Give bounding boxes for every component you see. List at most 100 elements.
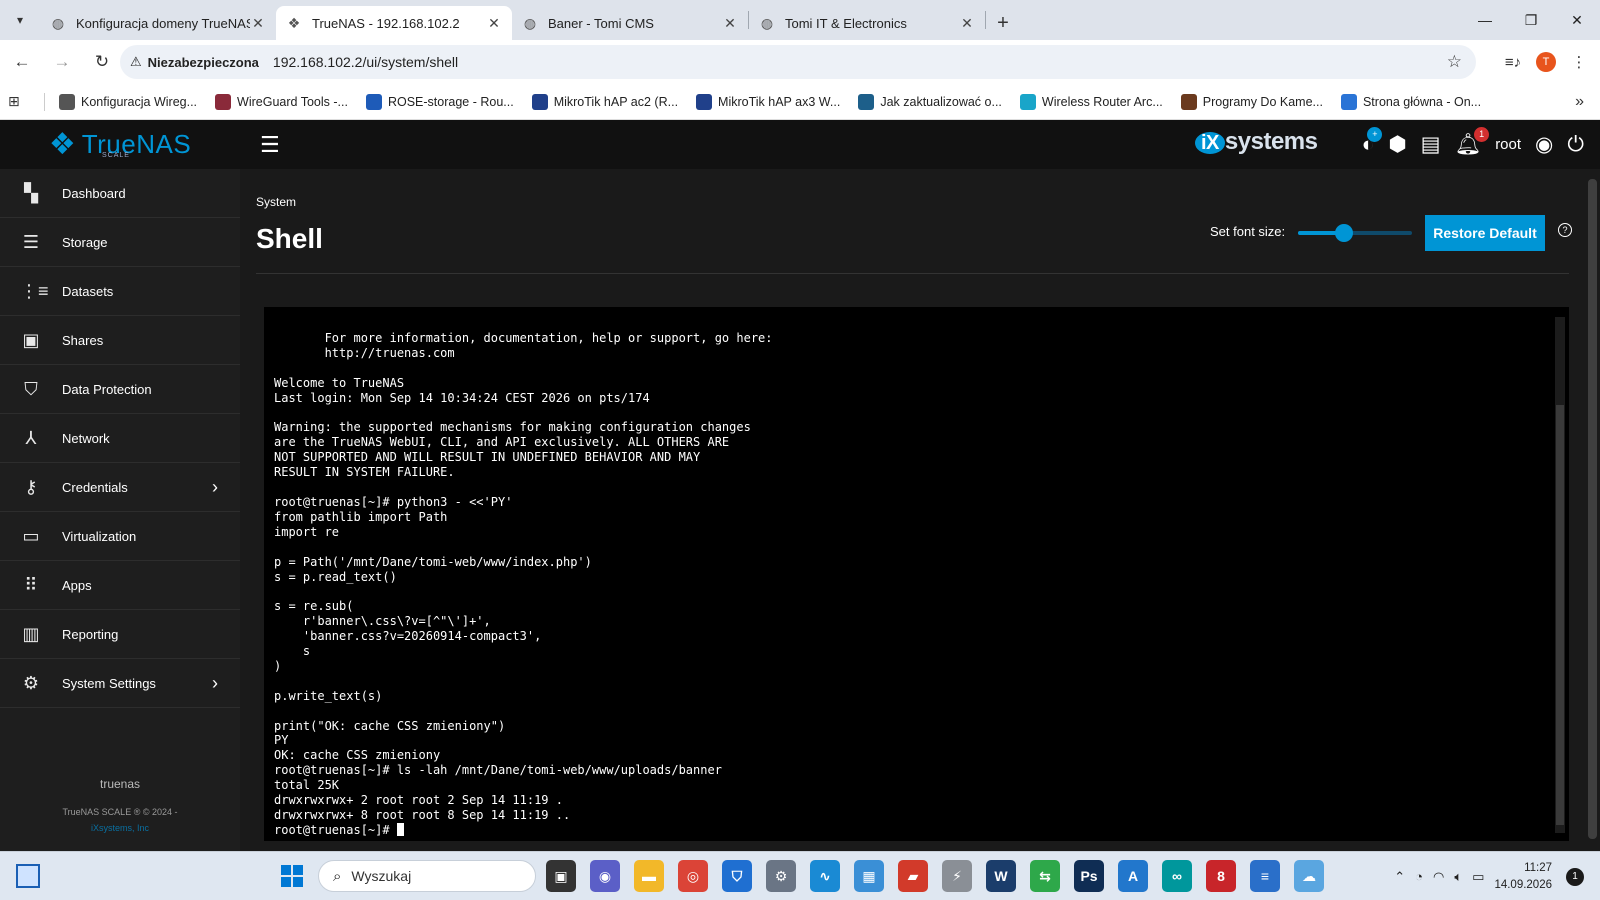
sync-app-icon[interactable]: ⇆ (1030, 860, 1060, 892)
terminal-line: s = re.sub( (274, 599, 354, 614)
maximize-button[interactable]: ❐ (1508, 0, 1554, 40)
omnibox[interactable]: ⚠ Niezabezpieczona 192.168.102.2/ui/syst… (120, 45, 1476, 79)
plus-icon: + (997, 11, 1009, 34)
tab-search-button[interactable]: ▾ (0, 0, 40, 40)
restore-default-button[interactable]: Restore Default (1425, 215, 1545, 251)
address-bar: ← → ↻ ⚠ Niezabezpieczona 192.168.102.2/u… (0, 40, 1600, 84)
company-link[interactable]: iXsystems, Inc (0, 823, 240, 833)
chevron-down-icon: ▾ (16, 13, 24, 27)
truecommand-icon[interactable]: ⬢ (1388, 132, 1406, 157)
bookmark-item[interactable]: Strona główna - On... (1340, 93, 1481, 110)
bookmark-item[interactable]: WireGuard Tools -... (215, 93, 348, 110)
close-icon[interactable]: ✕ (722, 15, 738, 32)
browser-tab-1[interactable]: ❖ TrueNAS - 192.168.102.2 ✕ (276, 6, 512, 40)
notepad-icon[interactable]: ≡ (1250, 860, 1280, 892)
security-chip[interactable]: ⚠ Niezabezpieczona (130, 54, 259, 70)
new-tab-button[interactable]: + (986, 6, 1020, 40)
sidebar-item-dashboard[interactable]: ▚ Dashboard (0, 169, 240, 218)
minimize-button[interactable]: — (1462, 0, 1508, 40)
volume-icon[interactable]: 🔈︎ (1454, 869, 1462, 885)
jobs-clipboard-icon[interactable]: ▤ (1421, 132, 1441, 157)
clock[interactable]: 11:27 14.09.2026 (1494, 860, 1552, 894)
widgets-icon[interactable] (16, 864, 40, 888)
sidebar-item-reporting[interactable]: ▥ Reporting (0, 610, 240, 659)
sidebar-item-datasets[interactable]: ⋮≡ Datasets (0, 267, 240, 316)
bookmark-item[interactable]: Jak zaktualizować o... (858, 93, 1002, 110)
chevron-double-right-icon[interactable]: » (1575, 93, 1584, 111)
bookmark-item[interactable]: ROSE-storage - Rou... (365, 93, 514, 110)
media-control-icon[interactable]: ≡♪ (1498, 44, 1528, 80)
browser-tab-2[interactable]: ◍ Baner - Tomi CMS ✕ (512, 6, 748, 40)
meet-icon[interactable]: ◉ (590, 860, 620, 892)
wifi-icon[interactable]: ◠ (1433, 869, 1444, 885)
terminal-scrollbar-thumb[interactable] (1556, 405, 1564, 825)
bookmark-item[interactable]: MikroTik hAP ax3 W... (696, 93, 840, 110)
edge-icon[interactable]: ∿ (810, 860, 840, 892)
updates-icon[interactable]: ◐ + (1362, 126, 1383, 157)
bookmark-label: Programy Do Kame... (1202, 94, 1323, 109)
arduino-icon[interactable]: ∞ (1162, 860, 1192, 892)
url-text[interactable]: 192.168.102.2/ui/system/shell (273, 54, 458, 70)
photoshop-icon[interactable]: Ps (1074, 860, 1104, 892)
menu-toggle-icon[interactable]: ☰ (260, 132, 280, 158)
sidebar-item-data-protection[interactable]: ⛉ Data Protection (0, 365, 240, 414)
settings-icon[interactable]: ⚙ (766, 860, 796, 892)
username[interactable]: root (1495, 136, 1521, 153)
forward-button[interactable]: → (44, 44, 80, 80)
file-explorer-icon[interactable]: ▬ (634, 860, 664, 892)
browser-tab-0[interactable]: ◍ Konfiguracja domeny TrueNAS ✕ (40, 6, 276, 40)
back-button[interactable]: ← (4, 44, 40, 80)
windows-logo-tile (293, 865, 303, 875)
sidebar-item-storage[interactable]: ☰ Storage (0, 218, 240, 267)
apps-grid-icon[interactable]: ⊞ (8, 93, 30, 110)
bookmark-item[interactable]: Wireless Router Arc... (1019, 93, 1163, 110)
control-panel-icon[interactable]: ▦ (854, 860, 884, 892)
reload-button[interactable]: ↻ (84, 44, 120, 80)
red-app-icon[interactable]: 8 (1206, 860, 1236, 892)
close-icon[interactable]: ✕ (250, 15, 266, 32)
opel-icon[interactable]: ⚡ (942, 860, 972, 892)
terminal-scrollbar[interactable] (1555, 317, 1565, 833)
task-view-icon[interactable]: ▣ (546, 860, 576, 892)
app-store-icon[interactable]: A (1118, 860, 1148, 892)
taskbar-search[interactable]: ⌕ Wyszukaj (318, 860, 536, 892)
chrome-icon[interactable]: ◎ (678, 860, 708, 892)
page-scrollbar-thumb[interactable] (1588, 179, 1597, 839)
account-circle-icon[interactable]: ◉ (1535, 132, 1553, 157)
winbox-icon[interactable]: W (986, 860, 1016, 892)
bookmark-item[interactable]: Konfiguracja Wireg... (59, 93, 197, 110)
notifications-badge[interactable]: 1 (1566, 867, 1584, 886)
help-icon[interactable]: ? (1558, 223, 1572, 237)
sidebar-item-shares[interactable]: ▣ Shares (0, 316, 240, 365)
start-button[interactable] (281, 865, 303, 887)
font-size-slider[interactable] (1298, 223, 1412, 243)
breadcrumb[interactable]: System (256, 195, 296, 209)
chevron-up-icon[interactable]: ⌃ (1394, 869, 1405, 885)
profile-avatar[interactable]: T (1536, 52, 1556, 72)
slider-thumb[interactable] (1334, 224, 1353, 242)
bookmark-star-icon[interactable]: ☆ (1447, 52, 1462, 72)
network-tray-icon[interactable]: ◔ (1415, 869, 1423, 884)
sidebar-item-network[interactable]: ⅄ Network (0, 414, 240, 463)
car-app-icon[interactable]: ▰ (898, 860, 928, 892)
ixsystems-logo[interactable]: iX systems (1195, 128, 1318, 156)
close-window-button[interactable]: ✕ (1554, 0, 1600, 40)
power-icon[interactable]: ⏻ (1567, 133, 1584, 157)
sidebar-item-virtualization[interactable]: ▭ Virtualization (0, 512, 240, 561)
shell-terminal[interactable]: For more information, documentation, hel… (264, 307, 1569, 841)
sidebar-item-system-settings[interactable]: ⚙ System Settings › (0, 659, 240, 708)
close-icon[interactable]: ✕ (959, 15, 975, 32)
truenas-logo[interactable]: ❖ TrueNAS SCALE (0, 120, 240, 169)
defender-icon[interactable]: ⛉ (722, 860, 752, 892)
battery-icon[interactable]: ▭ (1472, 869, 1484, 885)
weather-icon[interactable]: ☁ (1294, 860, 1324, 892)
bookmark-item[interactable]: MikroTik hAP ac2 (R... (531, 93, 678, 110)
browser-tab-3[interactable]: ◍ Tomi IT & Electronics ✕ (749, 6, 985, 40)
sidebar-item-credentials[interactable]: ⚷ Credentials › (0, 463, 240, 512)
kebab-menu-icon[interactable]: ⋮ (1564, 44, 1594, 80)
close-icon[interactable]: ✕ (486, 15, 502, 32)
bookmark-item[interactable]: Programy Do Kame... (1180, 93, 1323, 110)
page-scrollbar[interactable] (1585, 169, 1600, 851)
sidebar-item-apps[interactable]: ⠿ Apps (0, 561, 240, 610)
bell-icon[interactable]: 🔔︎ 1 (1455, 126, 1490, 157)
